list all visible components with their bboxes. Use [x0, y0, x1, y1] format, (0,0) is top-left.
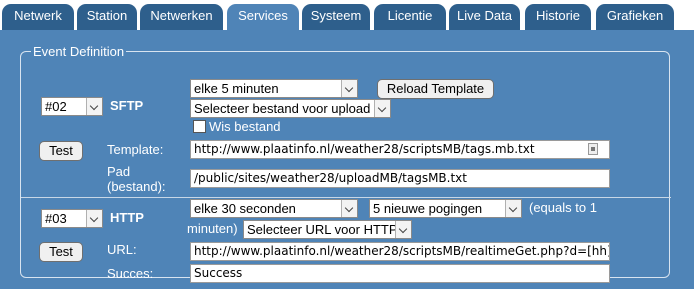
test-button-1[interactable]: Test [39, 141, 83, 161]
path-input[interactable]: /public/sites/weather28/uploadMB/tagsMB.… [190, 169, 610, 188]
event-divider [21, 197, 671, 198]
template-picker-icon[interactable] [588, 143, 598, 155]
chevron-down-icon [341, 200, 357, 217]
equals-text-line1: (equals to 1 [529, 200, 597, 215]
event-type-label-2: HTTP [110, 210, 144, 225]
event-number-select-2[interactable]: #03 [41, 209, 103, 228]
tab-systeem[interactable]: Systeem [302, 4, 370, 30]
url-select[interactable]: Selecteer URL voor HTTP [243, 220, 412, 239]
path-label-line1: Pad [107, 164, 131, 179]
success-input[interactable]: Success [190, 264, 610, 283]
services-panel: Event Definition elke 5 minuten Reload T… [0, 30, 694, 289]
retries-select[interactable]: 5 nieuwe pogingen [369, 199, 522, 218]
event-number-1-value: #02 [45, 99, 67, 114]
wis-bestand-checkbox[interactable] [193, 120, 206, 133]
tab-historie[interactable]: Historie [525, 4, 591, 30]
interval-select-1-value: elke 5 minuten [194, 81, 279, 96]
tab-live-data[interactable]: Live Data [449, 4, 520, 30]
url-input[interactable]: http://www.plaatinfo.nl/weather28/script… [190, 242, 610, 261]
tab-bar: Netwerk Station Netwerken Services Syste… [0, 0, 694, 30]
success-label: Succes: [107, 266, 154, 281]
template-label: Template: [107, 142, 164, 157]
event-number-2-value: #03 [45, 211, 67, 226]
interval-select-1[interactable]: elke 5 minuten [190, 79, 358, 98]
chevron-down-icon [86, 98, 102, 115]
chevron-down-icon [395, 221, 411, 238]
chevron-down-icon [374, 100, 390, 117]
url-select-value: Selecteer URL voor HTTP [247, 222, 398, 237]
event-number-select-1[interactable]: #02 [41, 97, 103, 116]
fieldset-legend: Event Definition [33, 44, 125, 59]
tab-licentie[interactable]: Licentie [374, 4, 446, 30]
retries-select-value: 5 nieuwe pogingen [373, 201, 483, 216]
reload-template-button[interactable]: Reload Template [377, 79, 494, 99]
tab-netwerk[interactable]: Netwerk [2, 4, 74, 30]
template-input[interactable]: http://www.plaatinfo.nl/weather28/script… [190, 140, 610, 159]
file-upload-select[interactable]: Selecteer bestand voor upload [190, 99, 391, 118]
chevron-down-icon [505, 200, 521, 217]
url-label: URL: [107, 242, 137, 257]
file-upload-select-value: Selecteer bestand voor upload [194, 101, 371, 116]
tab-grafieken[interactable]: Grafieken [596, 4, 674, 30]
interval-select-2-value: elke 30 seconden [194, 201, 296, 216]
event-type-label-1: SFTP [110, 98, 144, 113]
chevron-down-icon [341, 80, 357, 97]
path-label-line2: (bestand): [107, 179, 166, 194]
event-definition-fieldset: Event Definition elke 5 minuten Reload T… [20, 44, 671, 283]
wis-bestand-label: Wis bestand [209, 119, 281, 134]
tab-services[interactable]: Services [227, 4, 299, 30]
tab-station[interactable]: Station [77, 4, 137, 30]
test-button-2[interactable]: Test [39, 242, 83, 262]
chevron-down-icon [86, 210, 102, 227]
equals-text-line2: minuten) [187, 221, 238, 236]
interval-select-2[interactable]: elke 30 seconden [190, 199, 358, 218]
tab-netwerken[interactable]: Netwerken [140, 4, 223, 30]
